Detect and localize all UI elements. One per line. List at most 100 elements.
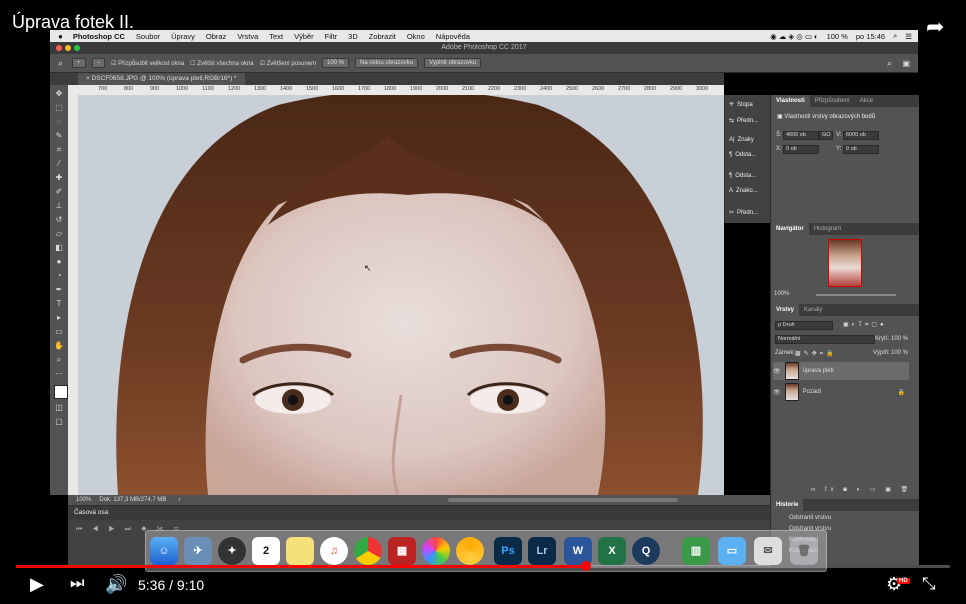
menu-3d[interactable]: 3D xyxy=(348,32,358,41)
opacity-value[interactable]: 100 % xyxy=(891,336,908,342)
volume-icon[interactable]: 🔊 xyxy=(105,574,127,595)
more-tools-icon[interactable]: ⋯ xyxy=(54,369,64,379)
tab-historie[interactable]: Historie xyxy=(771,499,804,511)
menu-text[interactable]: Text xyxy=(269,32,283,41)
strip-item-znako[interactable]: A Znako... xyxy=(729,188,758,194)
tab-navigator[interactable]: Navigátor xyxy=(771,223,809,235)
menu-photoshop[interactable]: Photoshop CC xyxy=(73,32,125,41)
hand-tool-icon[interactable]: ✋ xyxy=(54,341,64,351)
foreground-color-swatch[interactable] xyxy=(54,385,68,399)
path-select-tool-icon[interactable]: ▸ xyxy=(54,313,64,323)
strip-item-stopa[interactable]: ✳ Stopa xyxy=(729,101,753,109)
marquee-tool-icon[interactable]: ⬚ xyxy=(54,103,64,113)
dodge-tool-icon[interactable]: ◔ xyxy=(54,271,64,281)
crop-tool-icon[interactable]: ⌗ xyxy=(54,145,64,155)
layer-filter-select[interactable]: ρ Druh xyxy=(775,321,833,330)
excel-icon[interactable]: X xyxy=(598,537,626,565)
lock-icons[interactable]: ▩✎✥⌗🔒 xyxy=(795,350,837,358)
zoom-tool-icon[interactable]: ⌕ xyxy=(58,58,63,69)
blend-mode-select[interactable]: Normální xyxy=(775,335,875,344)
zoom-tool-panel-icon[interactable]: ⌕ xyxy=(54,355,64,365)
zoom-out-icon[interactable]: − xyxy=(91,58,106,68)
stamp-tool-icon[interactable]: ⊥ xyxy=(54,201,64,211)
menu-vyber[interactable]: Výběr xyxy=(294,32,314,41)
trash-icon[interactable]: 🗑 xyxy=(790,537,818,565)
y-field[interactable]: 0 ob xyxy=(843,145,879,154)
layer-row-pozadi[interactable]: 👁 Pozadí 🔒 xyxy=(773,383,909,401)
lasso-tool-icon[interactable]: ◌ xyxy=(54,117,64,127)
eyedropper-tool-icon[interactable]: ⁄ xyxy=(54,159,64,169)
navigator-zoom-slider[interactable] xyxy=(816,294,896,296)
chrome-canary-icon[interactable] xyxy=(456,537,484,565)
menu-upravy[interactable]: Úpravy xyxy=(171,32,195,41)
navigator-thumbnail[interactable] xyxy=(828,239,862,287)
layer-actions[interactable]: ∞ fx ◙ ◐ ▭ ▣ 🗑 xyxy=(811,486,912,493)
quick-mask-icon[interactable]: ◫ xyxy=(54,403,64,413)
visibility-eye-icon[interactable]: 👁 xyxy=(773,389,781,396)
width-field[interactable]: 4000 ob xyxy=(783,131,819,140)
tab-vlastnosti[interactable]: Vlastnosti xyxy=(771,95,810,107)
video-scrubber[interactable] xyxy=(581,561,591,571)
notification-icon[interactable]: ☰ xyxy=(905,32,912,41)
fit-window-checkbox[interactable]: ☑ Přizpůsobit velikost okna xyxy=(111,60,184,67)
share-icon[interactable]: ➦ xyxy=(926,14,950,39)
document-canvas[interactable]: ↖ xyxy=(78,95,724,495)
zoom-in-icon[interactable]: + xyxy=(72,58,86,68)
lock-icon[interactable]: 🔒 xyxy=(898,389,905,396)
brush-tool-icon[interactable]: ✐ xyxy=(54,187,64,197)
next-icon[interactable]: ⏭ xyxy=(70,575,84,593)
status-zoom[interactable]: 100% xyxy=(76,497,91,503)
tab-prizpusobeni[interactable]: Přizpůsobení xyxy=(810,95,855,107)
layer-row-uprava-pleti[interactable]: 👁 úprava pleti xyxy=(773,362,909,380)
quick-select-tool-icon[interactable]: ✎ xyxy=(54,131,64,141)
menu-zobrazit[interactable]: Zobrazit xyxy=(369,32,396,41)
healing-tool-icon[interactable]: ✚ xyxy=(54,173,64,183)
exit-fullscreen-icon[interactable]: ⤡ xyxy=(922,574,936,594)
menu-filtr[interactable]: Filtr xyxy=(325,32,338,41)
layer-filter-icons[interactable]: ▣◐T⌗▢● xyxy=(843,321,887,329)
lightroom-icon[interactable]: Lr xyxy=(528,537,556,565)
close-tab-icon[interactable]: × xyxy=(86,75,90,82)
menu-vrstva[interactable]: Vrstva xyxy=(237,32,258,41)
fill-screen-button[interactable]: Vyplnit obrazovku xyxy=(424,58,482,68)
menu-soubor[interactable]: Soubor xyxy=(136,32,160,41)
horizontal-scrollbar[interactable] xyxy=(448,498,678,502)
tab-akce[interactable]: Akce xyxy=(855,95,878,107)
strip-item-odsta-2[interactable]: ¶ Odsta... xyxy=(729,173,756,179)
strip-item-predn-1[interactable]: ⇆ Předn... xyxy=(729,117,758,125)
spotlight-icon[interactable]: ⌕ xyxy=(893,31,897,41)
zoom-window-button[interactable] xyxy=(74,45,80,51)
menu-okno[interactable]: Okno xyxy=(407,32,425,41)
fit-screen-button[interactable]: Na celou obrazovku xyxy=(355,58,419,68)
chrome-icon[interactable] xyxy=(354,537,382,565)
visibility-eye-icon[interactable]: 👁 xyxy=(773,368,781,375)
folder-icon[interactable]: ▭ xyxy=(718,537,746,565)
status-icons[interactable]: ◉ ☁ ◈ ◎ ▭ ◐ xyxy=(770,32,818,41)
pen-tool-icon[interactable]: ✒ xyxy=(54,285,64,295)
x-field[interactable]: 0 ob xyxy=(783,145,819,154)
battery-text[interactable]: 100 % xyxy=(827,32,848,41)
zoom-all-checkbox[interactable]: ☐ Zvětšit všechna okna xyxy=(190,60,253,67)
photos-icon[interactable] xyxy=(422,537,450,565)
menu-napoveda[interactable]: Nápověda xyxy=(436,32,470,41)
finder-icon[interactable]: ☺ xyxy=(150,537,178,565)
mail-icon[interactable]: ✉ xyxy=(754,537,782,565)
itunes-icon[interactable]: ♫ xyxy=(320,537,348,565)
photoshop-icon[interactable]: Ps xyxy=(494,537,522,565)
status-arrow-icon[interactable]: › xyxy=(178,497,180,503)
notes-icon[interactable] xyxy=(286,537,314,565)
quicktime-icon[interactable]: Q xyxy=(632,537,660,565)
eraser-tool-icon[interactable]: ▱ xyxy=(54,229,64,239)
photobooth-icon[interactable]: ▦ xyxy=(388,537,416,565)
tab-kanaly[interactable]: Kanály xyxy=(799,304,827,316)
close-window-button[interactable] xyxy=(56,45,62,51)
history-item[interactable]: Odstranit vrstvu xyxy=(789,513,831,524)
strip-item-predn-2[interactable]: ✂ Předn... xyxy=(729,209,758,217)
screen-mode-icon[interactable]: ▢ xyxy=(54,417,64,427)
gradient-tool-icon[interactable]: ◧ xyxy=(54,243,64,253)
play-icon[interactable]: ▶ xyxy=(30,574,44,595)
scrubby-zoom-checkbox[interactable]: ☑ Zvětšení posunem xyxy=(260,60,316,67)
search-icon[interactable]: ⌕ xyxy=(887,58,892,69)
strip-item-znaky[interactable]: A| Znaky xyxy=(729,137,754,143)
fill-value[interactable]: 100 % xyxy=(891,350,908,356)
